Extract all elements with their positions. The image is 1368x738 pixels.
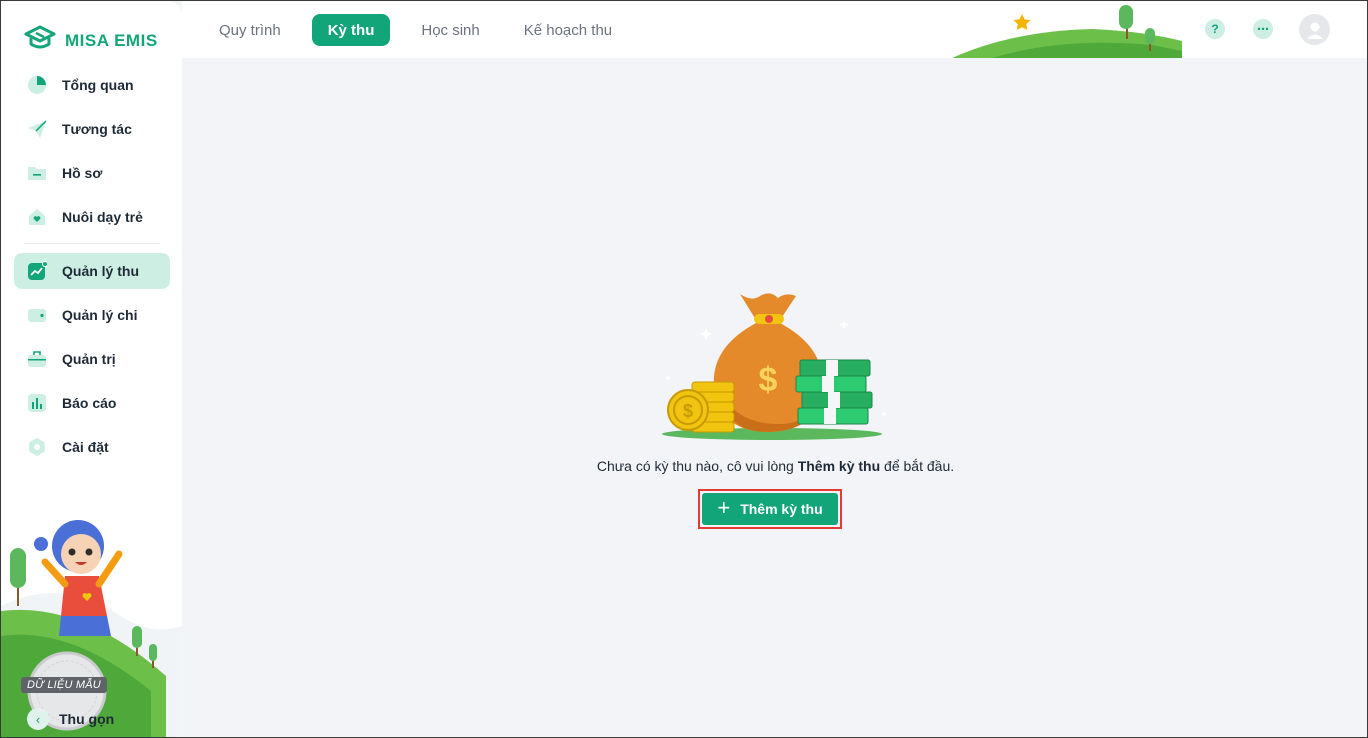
topbar-hill-illustration (952, 5, 1182, 58)
sidebar-item-label: Hồ sơ (62, 165, 103, 181)
add-period-button-highlight: + Thêm kỳ thu (698, 489, 842, 529)
svg-text:$: $ (683, 401, 693, 421)
question-icon[interactable]: ? (1205, 19, 1225, 39)
user-avatar-icon[interactable] (1299, 14, 1330, 45)
sidebar-item-tuong-tac[interactable]: Tương tác (14, 111, 170, 147)
app-window: MISA EMIS Tổng quan Tương tác Hồ sơ Nuôi… (0, 0, 1368, 738)
empty-state: $ $ Chưa có kỳ thu nào, cô vui lòng Thêm… (182, 58, 1367, 737)
tab-ky-thu[interactable]: Kỳ thu (311, 14, 391, 46)
empty-message-tail: để bắt đầu. (880, 458, 955, 474)
money-bag-icon: $ $ (662, 293, 886, 440)
sidebar-item-label: Quản lý chi (62, 307, 138, 323)
bar-chart-icon (26, 392, 48, 414)
plus-icon: + (717, 495, 731, 520)
collapse-label: Thu gọn (59, 711, 115, 727)
folder-icon (26, 162, 48, 184)
sidebar-item-label: Tương tác (62, 121, 132, 137)
sidebar-item-quan-tri[interactable]: Quản trị (14, 341, 170, 377)
svg-text:$: $ (759, 361, 778, 399)
sidebar-item-quan-ly-thu[interactable]: Quản lý thu (14, 253, 170, 289)
sidebar-item-label: Nuôi dạy trẻ (62, 209, 143, 225)
heart-house-icon (26, 206, 48, 228)
sidebar-item-bao-cao[interactable]: Báo cáo (14, 385, 170, 421)
empty-message: Chưa có kỳ thu nào, cô vui lòng Thêm kỳ … (182, 458, 1367, 474)
briefcase-icon (26, 348, 48, 370)
tab-ke-hoach-thu[interactable]: Kế hoạch thu (511, 14, 625, 46)
empty-message-bold: Thêm kỳ thu (797, 458, 881, 474)
sidebar-item-label: Báo cáo (62, 395, 117, 411)
empty-message-text: Chưa có kỳ thu nào, cô vui lòng (596, 458, 798, 474)
brand-logo[interactable]: MISA EMIS (23, 25, 158, 56)
collapse-sidebar-button[interactable]: ‹ Thu gọn (27, 708, 114, 730)
add-period-label: Thêm kỳ thu (740, 501, 823, 517)
sidebar-item-ho-so[interactable]: Hồ sơ (14, 155, 170, 191)
tab-hoc-sinh[interactable]: Học sinh (408, 14, 492, 46)
pie-chart-icon (26, 74, 48, 96)
sidebar-item-label: Quản trị (62, 351, 116, 367)
sidebar-item-label: Quản lý thu (62, 263, 139, 279)
gear-icon (26, 436, 48, 458)
chevron-left-icon: ‹ (27, 708, 49, 730)
sidebar-illustration (1, 520, 182, 737)
sidebar-item-label: Cài đặt (62, 439, 109, 455)
sidebar-divider (24, 243, 160, 244)
sample-data-stamp: DỮ LIỆU MẪU (21, 677, 107, 693)
top-bar: Quy trình Kỳ thu Học sinh Kế hoạch thu ?… (182, 1, 1367, 58)
sidebar-item-label: Tổng quan (62, 77, 134, 93)
top-tabs: Quy trình Kỳ thu Học sinh Kế hoạch thu (206, 14, 635, 46)
sidebar-item-tong-quan[interactable]: Tổng quan (14, 67, 170, 103)
sidebar-item-cai-dat[interactable]: Cài đặt (14, 429, 170, 465)
sidebar: MISA EMIS Tổng quan Tương tác Hồ sơ Nuôi… (1, 1, 182, 737)
sidebar-nav: Tổng quan Tương tác Hồ sơ Nuôi dạy trẻ Q… (14, 67, 170, 473)
trend-chart-icon (26, 260, 48, 282)
top-actions: ? ⋯ (1169, 1, 1367, 58)
brand-name: MISA EMIS (65, 30, 158, 50)
misa-logo-icon (23, 25, 57, 56)
add-period-button[interactable]: + Thêm kỳ thu (702, 493, 838, 525)
wallet-icon (26, 304, 48, 326)
sidebar-item-quan-ly-chi[interactable]: Quản lý chi (14, 297, 170, 333)
paper-plane-icon (26, 118, 48, 140)
more-dots-icon[interactable]: ⋯ (1253, 19, 1273, 39)
sidebar-item-nuoi-day-tre[interactable]: Nuôi dạy trẻ (14, 199, 170, 235)
tab-quy-trinh[interactable]: Quy trình (206, 14, 294, 46)
